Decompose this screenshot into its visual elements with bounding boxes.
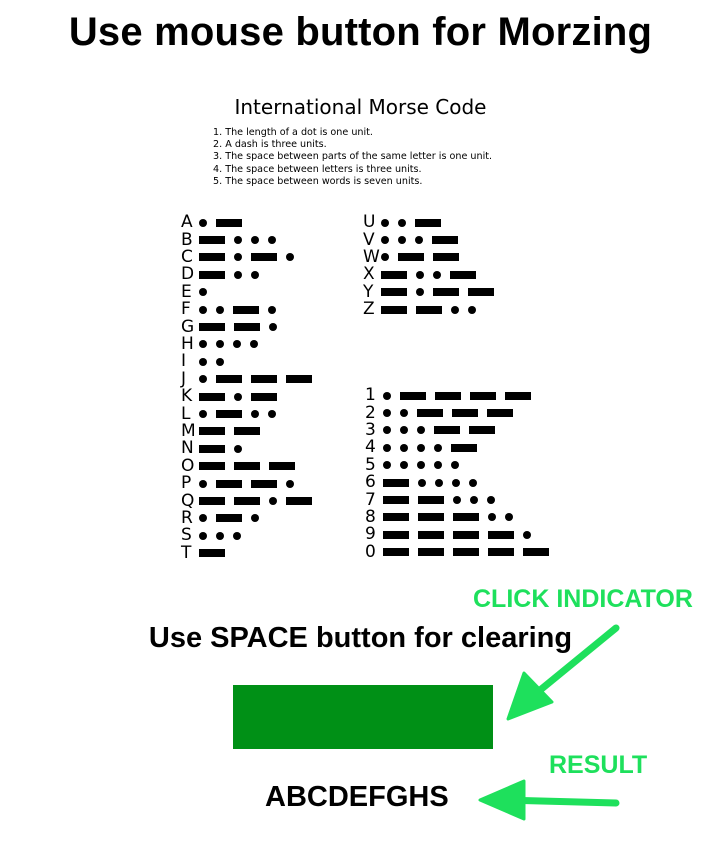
click-indicator-arrow — [506, 624, 620, 721]
annotation-arrows — [478, 624, 620, 821]
result-arrow — [478, 779, 620, 821]
